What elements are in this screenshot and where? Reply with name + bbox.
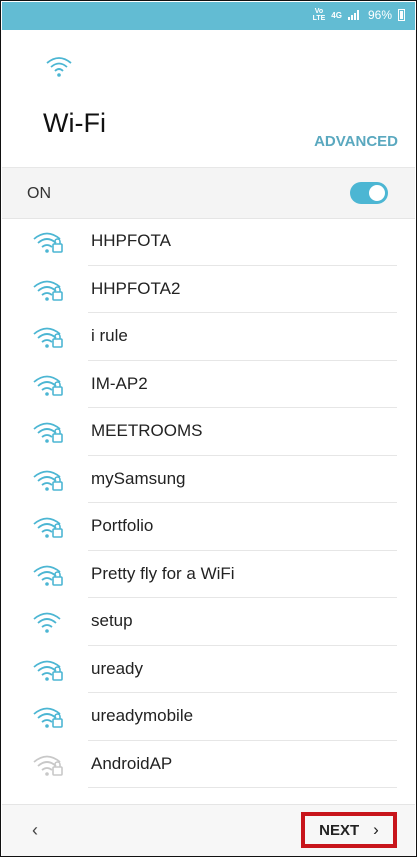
wifi-locked-icon [33, 565, 63, 586]
wifi-locked-icon [33, 755, 63, 776]
wifi-network-row[interactable]: setup [2, 598, 415, 646]
wifi-network-name: Portfolio [91, 516, 154, 535]
wifi-network-name: Pretty fly for a WiFi [91, 563, 235, 583]
header: Wi-Fi ADVANCED [2, 30, 415, 167]
wifi-locked-icon [33, 470, 63, 491]
chevron-right-icon: › [373, 820, 379, 839]
wifi-toggle-label: ON [27, 185, 51, 202]
next-label: NEXT [319, 821, 360, 839]
wifi-network-name: HHPFOTA [91, 231, 171, 250]
volte-bottom-text: LTE [312, 15, 326, 22]
wifi-network-name: HHPFOTA2 [91, 278, 181, 298]
wifi-network-row[interactable]: mySamsung [2, 456, 415, 503]
switch-knob [367, 183, 387, 203]
volte-top-text: Vo [314, 8, 324, 15]
wifi-network-row[interactable]: Pretty fly for a WiFi [2, 551, 415, 598]
wifi-network-row[interactable]: MEETROOMS [2, 408, 415, 456]
page-title: Wi-Fi [43, 108, 106, 138]
row-divider [88, 787, 397, 788]
wifi-network-name: MEETROOMS [91, 421, 203, 440]
wifi-network-row[interactable]: AndroidAP [2, 741, 415, 788]
wifi-network-name: ureadymobile [91, 706, 194, 725]
signal-bars-icon [347, 10, 362, 20]
wifi-network-name: uready [91, 658, 143, 678]
wifi-network-name: AndroidAP [91, 753, 173, 773]
network-list: HHPFOTA HHPFOTA2 i rule IM-AP2 MEETROOMS… [2, 218, 415, 805]
back-button[interactable]: ‹ [32, 820, 38, 841]
wifi-locked-icon [33, 422, 63, 443]
wifi-icon [33, 612, 61, 633]
wifi-locked-icon [33, 517, 63, 538]
footer-nav: ‹ NEXT › [2, 804, 415, 856]
wifi-locked-icon [33, 280, 63, 301]
network-type: 4G [331, 10, 342, 20]
volte-indicator: Vo LTE [313, 8, 326, 22]
wifi-network-name: i rule [91, 326, 128, 345]
battery-icon [398, 9, 405, 21]
wifi-network-row[interactable]: Portfolio [2, 503, 415, 551]
screen: Vo LTE 4G 96% Wi-Fi ADVANCED ON HHPFOTA … [0, 0, 417, 857]
wifi-network-row[interactable]: HHPFOTA2 [2, 266, 415, 313]
wifi-network-row[interactable]: HHPFOTA [2, 218, 415, 266]
wifi-network-name: IM-AP2 [91, 373, 148, 393]
next-button[interactable]: NEXT › [301, 812, 397, 848]
wifi-locked-icon [33, 375, 63, 396]
wifi-network-row[interactable]: IM-AP2 [2, 361, 415, 408]
wifi-locked-icon [33, 232, 63, 253]
advanced-button[interactable]: ADVANCED [314, 133, 398, 150]
wifi-toggle-row[interactable]: ON [2, 167, 415, 219]
wifi-icon [46, 57, 72, 77]
wifi-network-name: setup [91, 611, 133, 630]
status-bar: Vo LTE 4G 96% [2, 2, 415, 30]
wifi-network-row[interactable]: i rule [2, 313, 415, 361]
wifi-network-row[interactable]: ureadymobile [2, 693, 415, 741]
wifi-network-row[interactable]: uready [2, 646, 415, 693]
wifi-locked-icon [33, 707, 63, 728]
wifi-locked-icon [33, 660, 63, 681]
wifi-toggle-switch[interactable] [350, 182, 388, 204]
status-icons: Vo LTE 4G 96% [313, 8, 405, 22]
wifi-locked-icon [33, 327, 63, 348]
battery-percent: 96% [367, 8, 392, 22]
wifi-network-name: mySamsung [91, 468, 186, 488]
